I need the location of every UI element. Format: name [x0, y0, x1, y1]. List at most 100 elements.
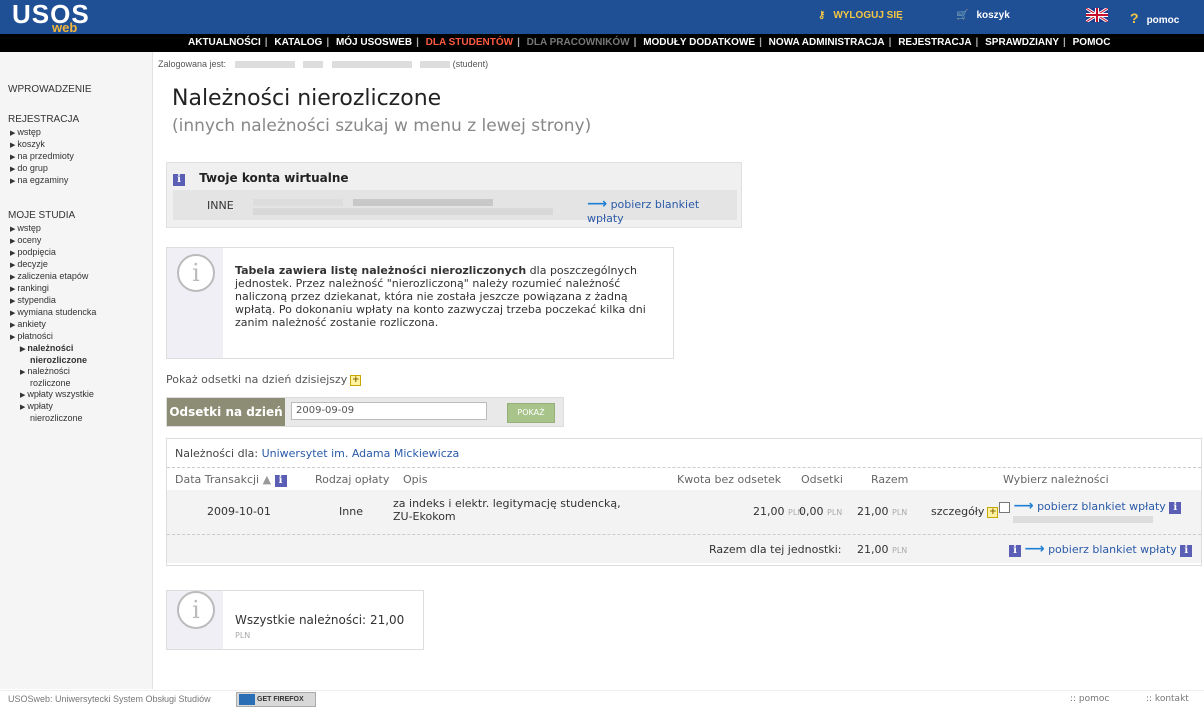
sum-value: 21,00 PLN [857, 543, 908, 556]
row-select: ⟶ pobierz blankiet wpłaty i [999, 498, 1182, 514]
cart-link[interactable]: 🛒 koszyk [956, 10, 1010, 21]
sidebar-item[interactable]: ▶ wpłaty wszystkie [10, 389, 96, 401]
sidebar-studies-list: ▶ wstęp ▶ oceny ▶ podpięcia ▶ decyzje ▶ zalic… [10, 223, 96, 424]
sidebar-item[interactable]: ▶ zaliczenia etapów [10, 271, 96, 283]
interest-date-input[interactable]: 2009-09-09 [291, 402, 487, 420]
sidebar-item[interactable]: ▶ stypendia [10, 295, 96, 307]
header-date[interactable]: Data Transakcji ▲ i [175, 473, 287, 487]
nav-moj-usosweb[interactable]: MÓJ USOSWEB [336, 37, 412, 48]
sidebar-item[interactable]: ▶ na przedmioty [10, 151, 74, 163]
top-bar: USOS web ⚷ WYLOGUJ SIĘ 🛒 koszyk ? pomoc [0, 0, 1204, 34]
logout-label: WYLOGUJ SIĘ [833, 10, 903, 21]
sidebar-item[interactable]: ▶ wstęp [10, 127, 74, 139]
sidebar-item-active[interactable]: ▶ należności [10, 343, 96, 355]
show-interest-link[interactable]: Pokaż odsetki na dzień dzisiejszy + [166, 373, 362, 386]
sidebar-item[interactable]: ▶ rankingi [10, 283, 96, 295]
sidebar-item[interactable]: ▶ wpłaty [10, 401, 96, 413]
plus-icon: + [350, 374, 362, 386]
footer-contact-link[interactable]: :: kontakt [1146, 694, 1189, 704]
virtual-accounts-box: i Twoje konta wirtualne INNE ⟶ pobierz b… [166, 162, 742, 228]
payments-table: Należności dla: Uniwersytet im. Adama Mi… [166, 438, 1202, 566]
sidebar-item[interactable]: ▶ ankiety [10, 319, 96, 331]
arrow-right-icon: ⟶ [1024, 541, 1045, 557]
virtual-accounts-heading: i Twoje konta wirtualne [173, 171, 349, 186]
uk-flag-icon[interactable] [1086, 8, 1108, 22]
sidebar-item-cont[interactable]: nierozliczone [10, 413, 96, 424]
key-icon: ⚷ [818, 10, 826, 21]
sidebar-registration-list: ▶ wstęp ▶ koszyk ▶ na przedmioty ▶ do grup ▶… [10, 127, 74, 187]
footer-text: USOSweb: Uniwersytecki System Obsługi St… [8, 694, 211, 704]
cart-icon: 🛒 [956, 10, 969, 21]
info-icon[interactable]: i [1009, 545, 1021, 557]
header-choose: Wybierz należności [1003, 473, 1109, 486]
sidebar-item[interactable]: ▶ wstęp [10, 223, 96, 235]
cart-label: koszyk [976, 10, 1010, 21]
interest-label: Odsetki na dzień [167, 398, 285, 426]
usos-logo[interactable]: USOS [12, 1, 90, 27]
arrow-right-icon: ⟶ [587, 196, 608, 212]
row-amount: 21,00 PLN [753, 505, 804, 518]
sidebar-item[interactable]: ▶ na egzaminy [10, 175, 74, 187]
nav-sprawdziany[interactable]: SPRAWDZIANY [985, 37, 1059, 48]
summary-text: Wszystkie należności: 21,00 PLN [235, 613, 405, 640]
header-desc[interactable]: Opis [403, 473, 427, 486]
sidebar-item-active-cont[interactable]: nierozliczone [10, 355, 96, 366]
info-icon[interactable]: i [1169, 502, 1182, 514]
row-desc-1: za indeks i elektr. legitymację studenck… [393, 497, 621, 510]
sidebar-item[interactable]: ▶ podpięcia [10, 247, 96, 259]
show-button[interactable]: POKAŻ [507, 403, 555, 423]
sidebar-item[interactable]: ▶ wymiana studencka [10, 307, 96, 319]
table-summary-row: Razem dla tej jednostki: 21,00 PLN i ⟶ p… [167, 535, 1201, 563]
redacted-account [253, 199, 343, 206]
sidebar-item-cont[interactable]: rozliczone [10, 378, 96, 389]
select-checkbox[interactable] [999, 501, 1010, 513]
nav-pomoc[interactable]: POMOC [1073, 37, 1111, 48]
header-total[interactable]: Razem [871, 473, 908, 486]
help-label: pomoc [1146, 15, 1180, 26]
header-type[interactable]: Rodzaj opłaty [315, 473, 389, 486]
nav-aktualnosci[interactable]: AKTUALNOŚCI [188, 37, 261, 48]
sidebar-item[interactable]: ▶ koszyk [10, 139, 74, 151]
table-header-row: Data Transakcji ▲ i Rodzaj opłaty Opis K… [167, 467, 1201, 491]
header-amount[interactable]: Kwota bez odsetek [677, 473, 781, 486]
table-row: 2009-10-01 Inne za indeks i elektr. legi… [167, 490, 1201, 535]
info-box: i Tabela zawiera listę należności nieroz… [166, 247, 674, 359]
firefox-icon [239, 694, 255, 705]
firefox-badge[interactable]: GET FIREFOX [236, 692, 316, 707]
info-icon[interactable]: i [274, 475, 287, 487]
info-text: Tabela zawiera listę należności nierozli… [235, 264, 646, 329]
sidebar-studies-heading[interactable]: MOJE STUDIA [8, 210, 75, 221]
row-download-link[interactable]: pobierz blankiet wpłaty [1037, 500, 1166, 513]
nav-moduly-dodatkowe[interactable]: MODUŁY DODATKOWE [643, 37, 755, 48]
sidebar-item[interactable]: ▶ należności [10, 366, 96, 378]
redacted-account [1013, 516, 1153, 523]
nav-rejestracja[interactable]: REJESTRACJA [898, 37, 971, 48]
sum-download: i ⟶ pobierz blankiet wpłaty i [1009, 541, 1193, 557]
logged-in-info: Zalogowana jest: (student) [158, 59, 489, 69]
nav-katalog[interactable]: KATALOG [274, 37, 322, 48]
nav-nowa-administracja[interactable]: NOWA ADMINISTRACJA [769, 37, 885, 48]
sidebar-item[interactable]: ▶ decyzje [10, 259, 96, 271]
sidebar-registration-heading[interactable]: REJESTRACJA [8, 114, 79, 125]
row-desc-2: ZU-Ekokom [393, 510, 456, 523]
help-link[interactable]: ? pomoc [1130, 10, 1179, 26]
sidebar: WPROWADZENIE REJESTRACJA ▶ wstęp ▶ koszyk … [0, 52, 153, 689]
sidebar-item[interactable]: ▶ płatności [10, 331, 96, 343]
virtual-account-row: INNE ⟶ pobierz blankiet wpłaty [173, 190, 737, 225]
logout-link[interactable]: ⚷ WYLOGUJ SIĘ [818, 10, 903, 21]
details-link[interactable]: szczegóły + [931, 505, 999, 518]
page-subtitle: (innych należności szukaj w menu z lewej… [172, 116, 592, 136]
sidebar-item[interactable]: ▶ do grup [10, 163, 74, 175]
sidebar-intro[interactable]: WPROWADZENIE [8, 84, 92, 95]
header-interest[interactable]: Odsetki [801, 473, 843, 486]
footer-help-link[interactable]: :: pomoc [1070, 694, 1109, 704]
nav-dla-pracownikow[interactable]: DLA PRACOWNIKÓW [527, 37, 630, 48]
info-icon[interactable]: i [1180, 545, 1193, 557]
sum-download-link[interactable]: pobierz blankiet wpłaty [1048, 543, 1177, 556]
sidebar-item[interactable]: ▶ oceny [10, 235, 96, 247]
download-slip-link[interactable]: ⟶ pobierz blankiet wpłaty [587, 196, 737, 225]
info-circle-icon: i [177, 591, 215, 629]
interest-form: Odsetki na dzień 2009-09-09 POKAŻ [166, 397, 564, 427]
row-interest: 0,00 PLN [799, 505, 843, 518]
nav-dla-studentow[interactable]: DLA STUDENTÓW [426, 37, 513, 48]
